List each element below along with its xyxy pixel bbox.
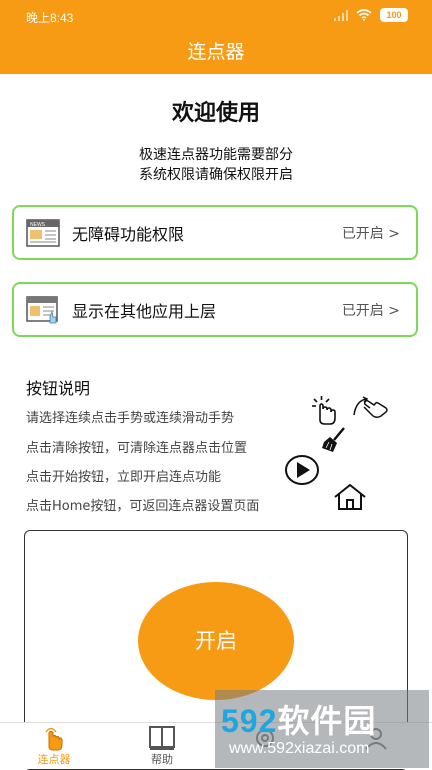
nav-item-help[interactable]: 帮助 xyxy=(122,723,202,769)
overlay-window-icon xyxy=(26,295,58,323)
status-icons: 100 xyxy=(334,8,408,22)
play-start-icon xyxy=(285,455,319,485)
instructions-title: 按钮说明 xyxy=(26,379,91,398)
nav-label: 帮助 xyxy=(151,753,173,766)
signal-icon xyxy=(334,9,348,21)
status-time: 晚上8:43 xyxy=(26,11,74,25)
swipe-gesture-icon xyxy=(353,396,388,419)
permission-status: 已开启 > xyxy=(341,225,400,242)
watermark-url: www.592xiazai.com xyxy=(229,740,370,757)
app-bar-title: 连点器 xyxy=(0,30,432,74)
welcome-desc-line: 极速连点器功能需要部分 xyxy=(139,147,293,163)
permission-title: 显示在其他应用上层 xyxy=(72,301,217,321)
instruction-line: 点击清除按钮，可清除连点器点击位置 xyxy=(26,441,248,456)
permission-title: 无障碍功能权限 xyxy=(72,224,185,244)
welcome-title: 欢迎使用 xyxy=(171,101,260,126)
news-window-icon: NEWS xyxy=(26,218,60,247)
instruction-line: 请选择连续点击手势或连续滑动手势 xyxy=(26,411,235,426)
battery-icon: 100 xyxy=(380,8,408,22)
nav-item-clicker[interactable]: 连点器 xyxy=(14,723,94,769)
watermark-brand: 592软件园 xyxy=(221,696,376,742)
watermark: 592软件园 www.592xiazai.com xyxy=(215,690,429,768)
nav-label: 连点器 xyxy=(37,753,71,766)
accessibility-permission-card[interactable]: NEWS 无障碍功能权限 已开启 > xyxy=(12,205,418,260)
welcome-desc-line: 系统权限请确保权限开启 xyxy=(139,167,293,183)
instruction-line: 点击Home按钮，可返回连点器设置页面 xyxy=(26,499,260,514)
home-icon xyxy=(334,483,366,510)
tap-gesture-icon xyxy=(312,396,336,425)
start-button[interactable]: 开启 xyxy=(138,582,294,700)
overlay-permission-card[interactable]: 显示在其他应用上层 已开启 > xyxy=(12,282,418,337)
welcome-description: 极速连点器功能需要部分 系统权限请确保权限开启 xyxy=(0,145,432,185)
book-help-icon xyxy=(149,726,175,750)
status-bar: 晚上8:43 100 xyxy=(0,0,432,30)
broom-clear-icon xyxy=(322,427,345,452)
hand-tap-nav-icon xyxy=(45,727,63,751)
svg-text:NEWS: NEWS xyxy=(30,222,46,228)
wifi-icon xyxy=(356,9,372,21)
watermark-brand-number: 592 xyxy=(221,703,278,739)
permission-status: 已开启 > xyxy=(341,302,400,319)
instruction-line: 点击开始按钮，立即开启连点功能 xyxy=(26,470,222,485)
watermark-brand-name: 软件园 xyxy=(277,703,377,739)
